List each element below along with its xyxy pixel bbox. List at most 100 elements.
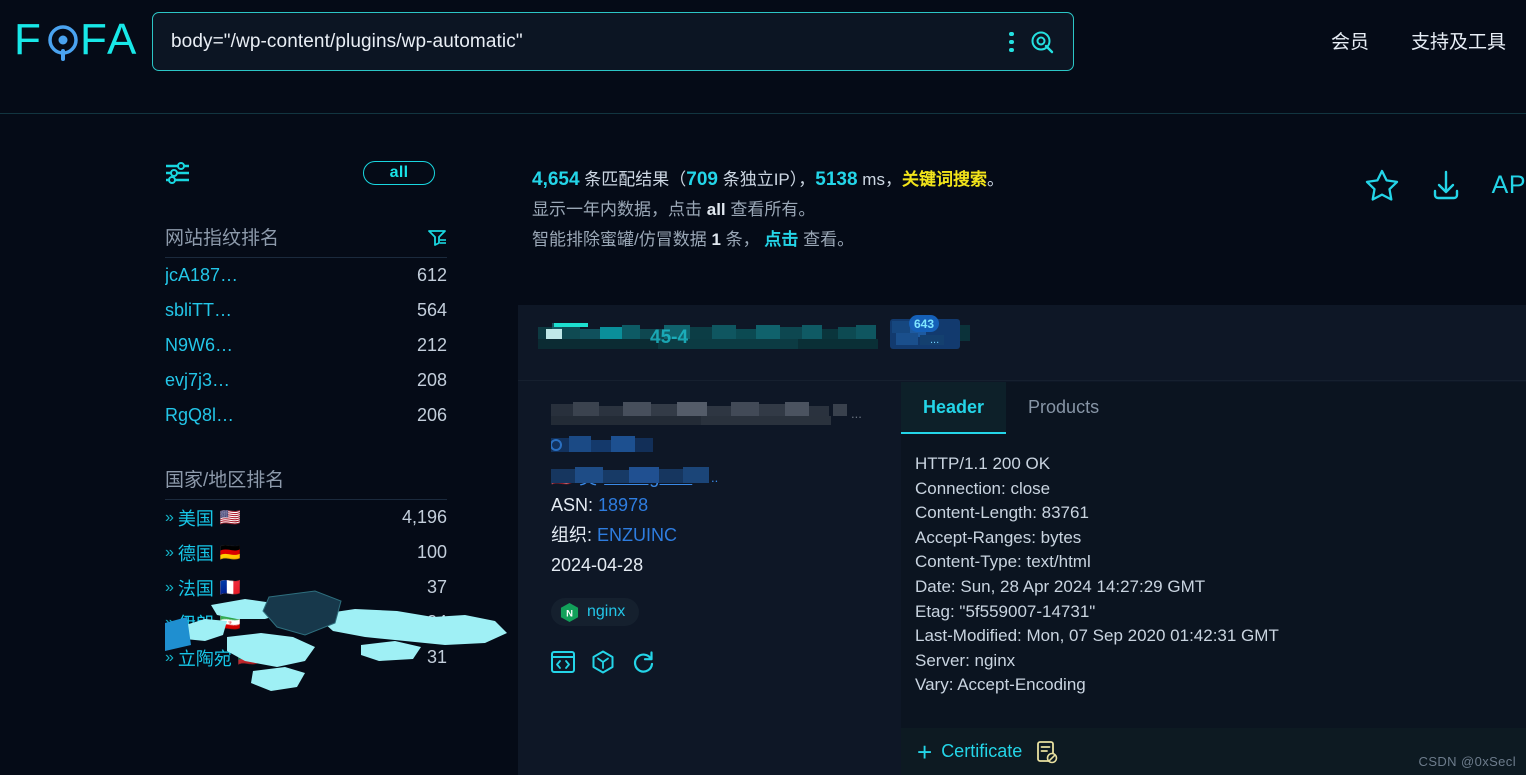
- svg-text:...: ...: [930, 334, 939, 346]
- summary-all-link[interactable]: all: [707, 200, 726, 219]
- list-item[interactable]: » 德国 🇩🇪 100: [165, 535, 447, 570]
- search-tools: [1009, 29, 1073, 55]
- scan-date: 2024-04-28: [551, 555, 644, 575]
- result-card-body: ... 🇺🇸 美: [518, 382, 1526, 775]
- asn-value[interactable]: 18978: [598, 495, 648, 515]
- fingerprint-name[interactable]: evj7j3…: [165, 370, 230, 391]
- summary-line-1: 4,654 条匹配结果（709 条独立IP），5138 ms，关键词搜索。: [532, 165, 1432, 195]
- summary-period: 。: [986, 170, 1004, 189]
- summary-line3-mid: 条，: [720, 230, 765, 249]
- summary-line2-prefix: 显示一年内数据，点击: [532, 200, 707, 219]
- honeypot-count: 1: [711, 230, 721, 249]
- org-label: 组织:: [551, 525, 593, 545]
- main-content: 4,654 条匹配结果（709 条独立IP），5138 ms，关键词搜索。 显示…: [518, 115, 1526, 775]
- svg-text:..: ..: [711, 470, 718, 485]
- filter-all-pill[interactable]: all: [363, 161, 435, 185]
- unique-ip-suffix: 条独立IP），: [717, 170, 816, 189]
- fingerprint-count: 564: [416, 300, 447, 320]
- flag-icon: 🇺🇸: [219, 508, 242, 527]
- chevron-right-icon: »: [165, 543, 174, 561]
- refresh-icon[interactable]: [631, 650, 655, 674]
- fofa-logo[interactable]: F F A: [14, 14, 142, 68]
- fingerprint-name[interactable]: N9W6…: [165, 335, 233, 356]
- nginx-icon: N: [560, 602, 579, 622]
- list-item[interactable]: N9W6… 212: [165, 328, 447, 363]
- list-item[interactable]: RgQ8l… 206: [165, 398, 447, 433]
- fofa-logo-mark: F F A: [14, 15, 137, 64]
- svg-text:...: ...: [851, 406, 862, 421]
- search-icon[interactable]: [1029, 29, 1055, 55]
- api-label[interactable]: AP: [1492, 171, 1526, 200]
- result-card: 45-4 ... 643 ... .. ASN: 18978 组织: ENZUI…: [518, 305, 1526, 775]
- country-count: 4,196: [401, 507, 447, 527]
- nav-item-support-tools[interactable]: 支持及工具: [1411, 27, 1506, 54]
- svg-text:N: N: [566, 608, 573, 619]
- main-nav: 会员 支持及工具: [1331, 27, 1506, 54]
- keyword-search-label: 关键词搜索: [901, 170, 987, 189]
- redacted-host-mosaic: ...: [551, 402, 862, 425]
- fingerprint-name[interactable]: sbliTT…: [165, 300, 232, 321]
- fingerprint-ranking-list: jcA187… 612 sbliTT… 564 N9W6… 212 evj7j3…: [165, 258, 447, 433]
- document-blocked-icon[interactable]: [1036, 740, 1058, 764]
- result-count-badge[interactable]: 643: [909, 315, 940, 332]
- list-item[interactable]: jcA187… 612: [165, 258, 447, 293]
- redacted-title-mosaic: 45-4: [538, 323, 878, 349]
- summary-line-2: 显示一年内数据，点击 all 查看所有。: [532, 195, 1432, 225]
- sliders-icon[interactable]: [165, 162, 191, 184]
- redacted-location-mosaic: ..: [551, 467, 718, 485]
- total-count: 4,654: [532, 169, 580, 190]
- fingerprint-name[interactable]: jcA187…: [165, 265, 238, 286]
- plus-icon: +: [917, 736, 933, 767]
- fingerprint-count: 212: [416, 335, 447, 355]
- svg-text:F: F: [14, 15, 41, 64]
- summary-click-link[interactable]: 点击: [764, 230, 798, 249]
- vertical-dots-icon[interactable]: [1009, 30, 1015, 54]
- result-summary: 4,654 条匹配结果（709 条独立IP），5138 ms，关键词搜索。 显示…: [532, 165, 1432, 255]
- summary-line3-suffix: 查看。: [798, 230, 855, 249]
- product-tag-nginx[interactable]: N nginx: [551, 598, 640, 626]
- list-item[interactable]: » 美国 🇺🇸 4,196: [165, 500, 447, 535]
- nav-item-membership[interactable]: 会员: [1331, 27, 1369, 54]
- watermark: CSDN @0xSecl: [1418, 754, 1516, 769]
- fingerprint-ranking-title: 网站指纹排名: [165, 228, 280, 249]
- country-count: 100: [416, 542, 447, 562]
- list-item[interactable]: evj7j3… 208: [165, 363, 447, 398]
- top-header: F F A 会员 支持及工具: [0, 0, 1526, 114]
- search-bar[interactable]: [152, 12, 1074, 71]
- search-input[interactable]: [153, 13, 1009, 70]
- world-map-graphic: [165, 590, 507, 691]
- fingerprint-ranking-section: 网站指纹排名 jcA187… 612 sbliTT… 564 N9W6… 212…: [165, 223, 447, 433]
- country-name[interactable]: 美国: [178, 505, 214, 531]
- asn-line: ASN: 18978: [551, 490, 901, 520]
- tab-header[interactable]: Header: [901, 382, 1007, 434]
- detail-panel: Header Products HTTP/1.1 200 OK Connecti…: [901, 382, 1526, 775]
- summary-line-3: 智能排除蜜罐/仿冒数据 1 条， 点击 查看。: [532, 225, 1432, 255]
- world-map: [165, 575, 520, 775]
- cube-icon[interactable]: [591, 650, 615, 674]
- add-certificate-button[interactable]: + Certificate: [917, 736, 1022, 767]
- fofa-search-page: F F A 会员 支持及工具: [0, 0, 1526, 775]
- ms-suffix: ms，: [857, 170, 902, 189]
- fingerprint-name[interactable]: RgQ8l…: [165, 405, 234, 426]
- result-actions: AP: [1364, 167, 1526, 203]
- host-info-column: ... 🇺🇸 美: [551, 400, 901, 674]
- fingerprint-ranking-header: 网站指纹排名: [165, 223, 447, 258]
- product-tag-label: nginx: [587, 603, 626, 620]
- org-value[interactable]: ENZUINC: [597, 525, 677, 545]
- svg-text:A: A: [107, 15, 137, 64]
- list-item[interactable]: sbliTT… 564: [165, 293, 447, 328]
- summary-line3-prefix: 智能排除蜜罐/仿冒数据: [532, 230, 712, 249]
- total-suffix: 条匹配结果（: [579, 170, 687, 189]
- result-action-icons: [551, 650, 901, 674]
- fingerprint-count: 612: [416, 265, 447, 285]
- download-icon[interactable]: [1428, 167, 1464, 203]
- country-name[interactable]: 德国: [178, 540, 214, 566]
- result-card-header: 45-4 ... 643: [518, 305, 1526, 381]
- unique-ip-count: 709: [686, 169, 718, 190]
- star-icon[interactable]: [1364, 167, 1400, 203]
- redacted-port-mosaic: [551, 436, 653, 452]
- tab-products[interactable]: Products: [1006, 382, 1121, 434]
- detail-tabs: Header Products: [901, 382, 1526, 434]
- funnel-icon[interactable]: [427, 228, 447, 246]
- code-window-icon[interactable]: [551, 650, 575, 673]
